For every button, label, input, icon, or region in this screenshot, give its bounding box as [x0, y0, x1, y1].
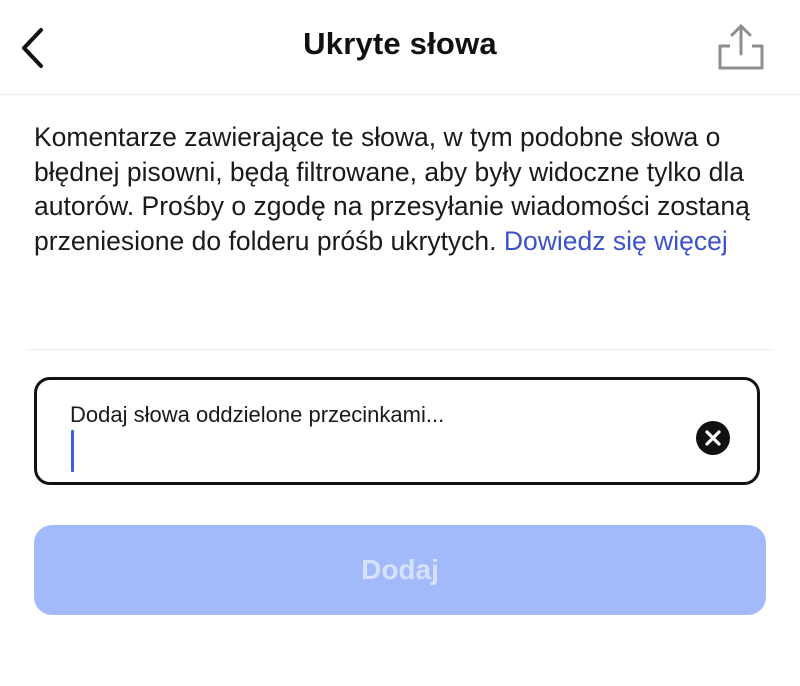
share-icon: [718, 24, 764, 70]
header-bar: Ukryte słowa: [0, 0, 800, 95]
description-text: Komentarze zawierające te słowa, w tym p…: [34, 120, 764, 258]
share-button[interactable]: [712, 20, 770, 76]
page-title: Ukryte słowa: [303, 26, 497, 61]
text-caret: [71, 430, 74, 472]
learn-more-link[interactable]: Dowiedz się więcej: [504, 226, 728, 256]
add-button[interactable]: Dodaj: [34, 525, 766, 615]
input-placeholder: Dodaj słowa oddzielone przecinkami...: [70, 402, 445, 427]
divider: [26, 349, 774, 350]
clear-icon: [696, 421, 730, 455]
hidden-words-input[interactable]: Dodaj słowa oddzielone przecinkami...: [34, 377, 760, 485]
clear-input-button[interactable]: [695, 420, 731, 456]
